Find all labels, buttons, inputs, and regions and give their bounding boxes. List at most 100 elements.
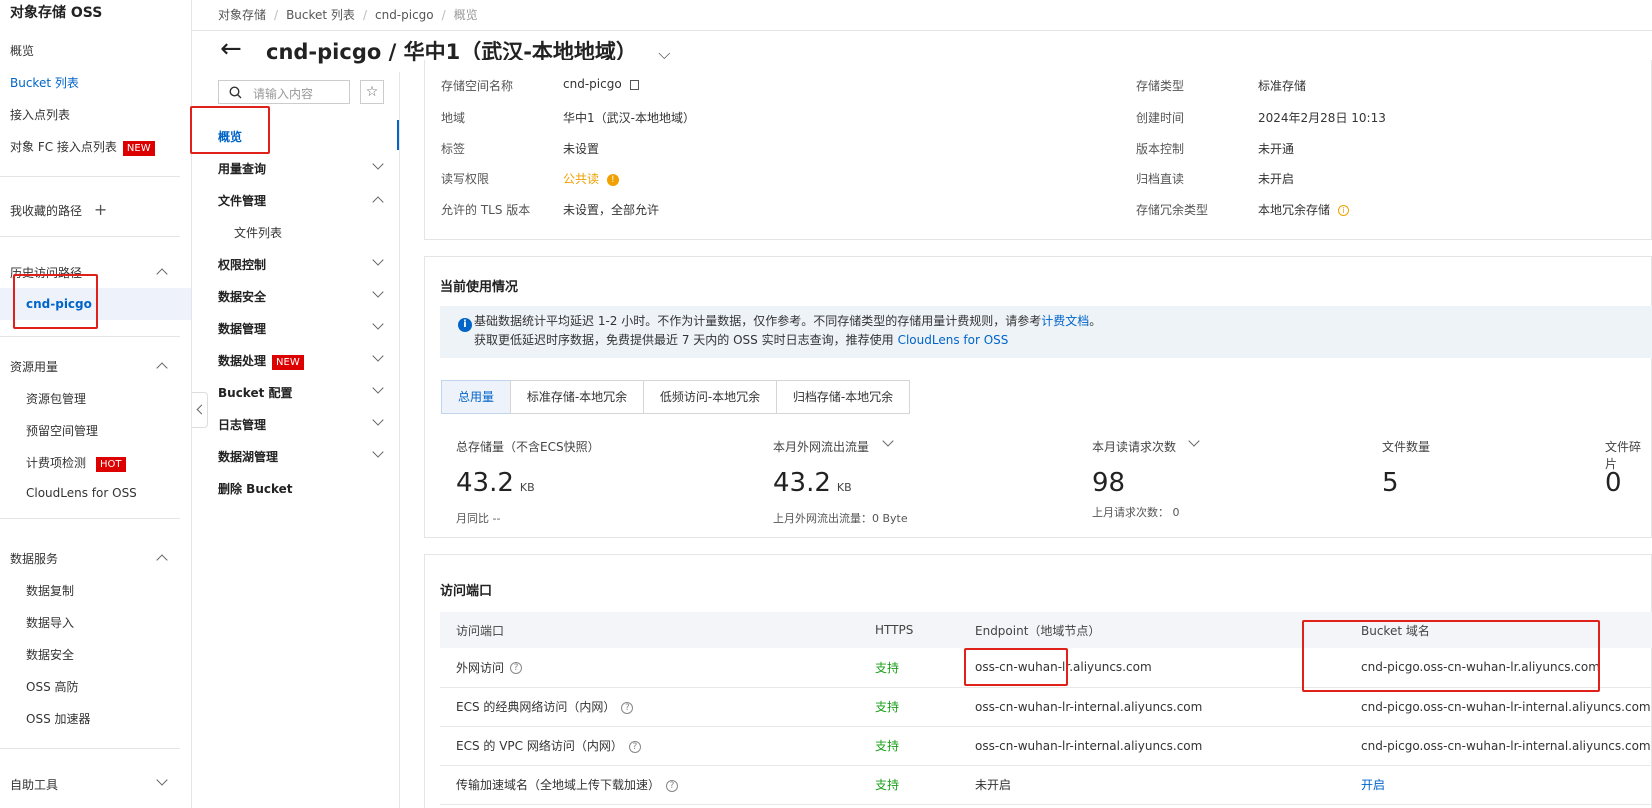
breadcrumb-item[interactable]: 对象存储 (218, 8, 266, 22)
chevron-up-icon[interactable] (156, 362, 168, 374)
breadcrumb-current: 概览 (453, 8, 478, 22)
breadcrumb-item[interactable]: Bucket 列表 (286, 8, 355, 22)
sidebar-item-bucket-list[interactable]: Bucket 列表 (10, 74, 79, 91)
add-icon[interactable]: + (94, 200, 107, 219)
stat-number: 43.2 (773, 468, 831, 498)
table-row: ECS 的 VPC 网络访问（内网）? 支持 oss-cn-wuhan-lr-i… (440, 726, 1652, 766)
subnav-item-data-management[interactable]: 数据管理 (218, 320, 266, 337)
stat-unit: KB (836, 481, 852, 494)
subnav-item-data-security[interactable]: 数据安全 (218, 288, 266, 305)
column-header: HTTPS (859, 612, 959, 648)
sidebar-item-fc-access-points[interactable]: 对象 FC 接入点列表 NEW (10, 138, 155, 156)
sidebar-group-data-services[interactable]: 数据服务 (10, 550, 58, 567)
usage-notice: i 基础数据统计平均延迟 1-2 小时。不作为计量数据，仅作参考。不同存储类型的… (440, 306, 1652, 358)
info-value: 未开通 (1258, 142, 1295, 156)
warning-icon[interactable]: ! (606, 173, 619, 186)
chevron-down-icon[interactable] (156, 774, 168, 786)
info-value: 本地冗余存储 (1258, 203, 1331, 217)
annotation-box-overview (190, 106, 270, 154)
sidebar-item-data-security[interactable]: 数据安全 (26, 646, 74, 663)
sidebar-collapse-toggle[interactable] (192, 392, 208, 428)
chevron-up-icon[interactable] (156, 554, 168, 566)
tab-total-usage[interactable]: 总用量 (441, 380, 511, 414)
info-value: 未开启 (1258, 172, 1295, 186)
https-cell: 支持 (859, 687, 959, 727)
notice-text: 基础数据统计平均延迟 1-2 小时。不作为计量数据，仅作参考。不同存储类型的存储… (474, 314, 1042, 328)
help-icon[interactable]: ? (510, 662, 523, 675)
sidebar-divider (0, 748, 180, 749)
subnav-item-file-list[interactable]: 文件列表 (234, 224, 282, 241)
sidebar-item-resource-pack[interactable]: 资源包管理 (26, 390, 86, 407)
sidebar-divider (0, 518, 180, 519)
new-badge: NEW (272, 355, 304, 370)
sidebar-item-overview[interactable]: 概览 (10, 42, 34, 59)
info-label: 存储冗余类型 (1136, 203, 1209, 217)
billing-doc-link[interactable]: 计费文档 (1041, 314, 1089, 328)
stat-label-outbound-traffic[interactable]: 本月外网流出流量 (773, 438, 869, 455)
endpoint-type-cell: 外网访问? (440, 648, 859, 688)
sidebar-item-reserved-space[interactable]: 预留空间管理 (26, 422, 98, 439)
chevron-up-icon[interactable] (156, 268, 168, 280)
subnav-item-permissions[interactable]: 权限控制 (218, 256, 266, 273)
sidebar-item-access-points[interactable]: 接入点列表 (10, 106, 70, 123)
sidebar-item-oss-anti-ddos[interactable]: OSS 高防 (26, 678, 79, 695)
sidebar-title: 对象存储 OSS (10, 5, 103, 21)
subnav-item-data-lake[interactable]: 数据湖管理 (218, 448, 278, 465)
endpoints-section-title: 访问端口 (440, 584, 493, 599)
notice-text: 获取更低延迟时序数据，免费提供最近 7 天内的 OSS 实时日志查询，推荐使用 (474, 333, 894, 347)
column-header: 访问端口 (440, 612, 859, 648)
breadcrumb-separator: / (441, 8, 446, 22)
enable-acceleration-link[interactable]: 开启 (1345, 765, 1652, 805)
favorite-star-button[interactable]: ☆ (360, 80, 384, 104)
info-icon: i (458, 318, 472, 332)
sidebar-item-billing-check[interactable]: 计费项检测 HOT (26, 454, 126, 472)
subnav-item-file-management[interactable]: 文件管理 (218, 192, 266, 209)
sidebar-item-favorites[interactable]: 我收藏的路径 + (10, 200, 107, 219)
info-label: 地域 (441, 111, 466, 125)
sidebar-item-oss-accelerator[interactable]: OSS 加速器 (26, 710, 91, 727)
breadcrumb-separator: / (362, 8, 367, 22)
tab-archive-storage[interactable]: 归档存储-本地冗余 (776, 380, 910, 414)
sidebar-group-resources[interactable]: 资源用量 (10, 358, 58, 375)
sidebar-item-cloudlens[interactable]: CloudLens for OSS (26, 486, 137, 500)
endpoint-type-cell: ECS 的 VPC 网络访问（内网）? (440, 726, 859, 766)
subnav-item-bucket-config[interactable]: Bucket 配置 (218, 384, 293, 401)
info-value: cnd-picgo (563, 77, 622, 91)
sidebar-divider (0, 176, 180, 177)
info-icon[interactable]: i (1337, 205, 1349, 216)
cloudlens-link[interactable]: CloudLens for OSS (898, 333, 1009, 347)
subnav-item-log-management[interactable]: 日志管理 (218, 416, 266, 433)
stat-value-fragments: 0 (1605, 468, 1622, 498)
breadcrumb-item[interactable]: cnd-picgo (375, 8, 434, 22)
https-cell: 支持 (859, 765, 959, 805)
endpoint-type-cell: 传输加速域名（全地域上传下载加速）? (440, 765, 859, 805)
subnav-item-data-processing[interactable]: 数据处理 NEW (218, 352, 304, 370)
tab-standard-storage[interactable]: 标准存储-本地冗余 (510, 380, 644, 414)
endpoint-cell: oss-cn-wuhan-lr-internal.aliyuncs.com (959, 687, 1345, 727)
help-icon[interactable]: ? (621, 701, 634, 714)
info-label: 创建时间 (1136, 111, 1185, 125)
copy-icon[interactable] (629, 79, 639, 90)
sidebar-item-data-import[interactable]: 数据导入 (26, 614, 74, 631)
help-icon[interactable]: ? (666, 779, 679, 792)
subnav-search-input[interactable]: 请输入内容 (218, 80, 350, 104)
help-icon[interactable]: ? (628, 740, 641, 753)
stat-sub-total-storage: 月同比 -- (456, 512, 501, 525)
info-value: 未设置，全部允许 (563, 203, 660, 217)
sidebar-item-label: 计费项检测 (26, 456, 87, 470)
https-cell: 支持 (859, 726, 959, 766)
info-value: 2024年2月28日 10:13 (1258, 111, 1386, 125)
tab-infrequent-access[interactable]: 低频访问-本地冗余 (643, 380, 777, 414)
subnav-item-label: 数据处理 (218, 354, 267, 368)
cell-text: ECS 的经典网络访问（内网） (456, 700, 616, 714)
info-label: 允许的 TLS 版本 (441, 203, 531, 217)
stat-label-read-requests[interactable]: 本月读请求次数 (1092, 438, 1176, 455)
stat-label-text: 本月读请求次数 (1092, 440, 1177, 454)
back-arrow-icon[interactable]: ← (220, 34, 242, 64)
search-placeholder: 请输入内容 (253, 87, 314, 101)
endpoint-cell: oss-cn-wuhan-lr-internal.aliyuncs.com (959, 726, 1345, 766)
subnav-item-usage[interactable]: 用量查询 (218, 160, 266, 177)
sidebar-item-data-replication[interactable]: 数据复制 (26, 582, 74, 599)
sidebar-group-tools[interactable]: 自助工具 (10, 776, 58, 793)
subnav-item-delete-bucket[interactable]: 删除 Bucket (218, 480, 293, 497)
